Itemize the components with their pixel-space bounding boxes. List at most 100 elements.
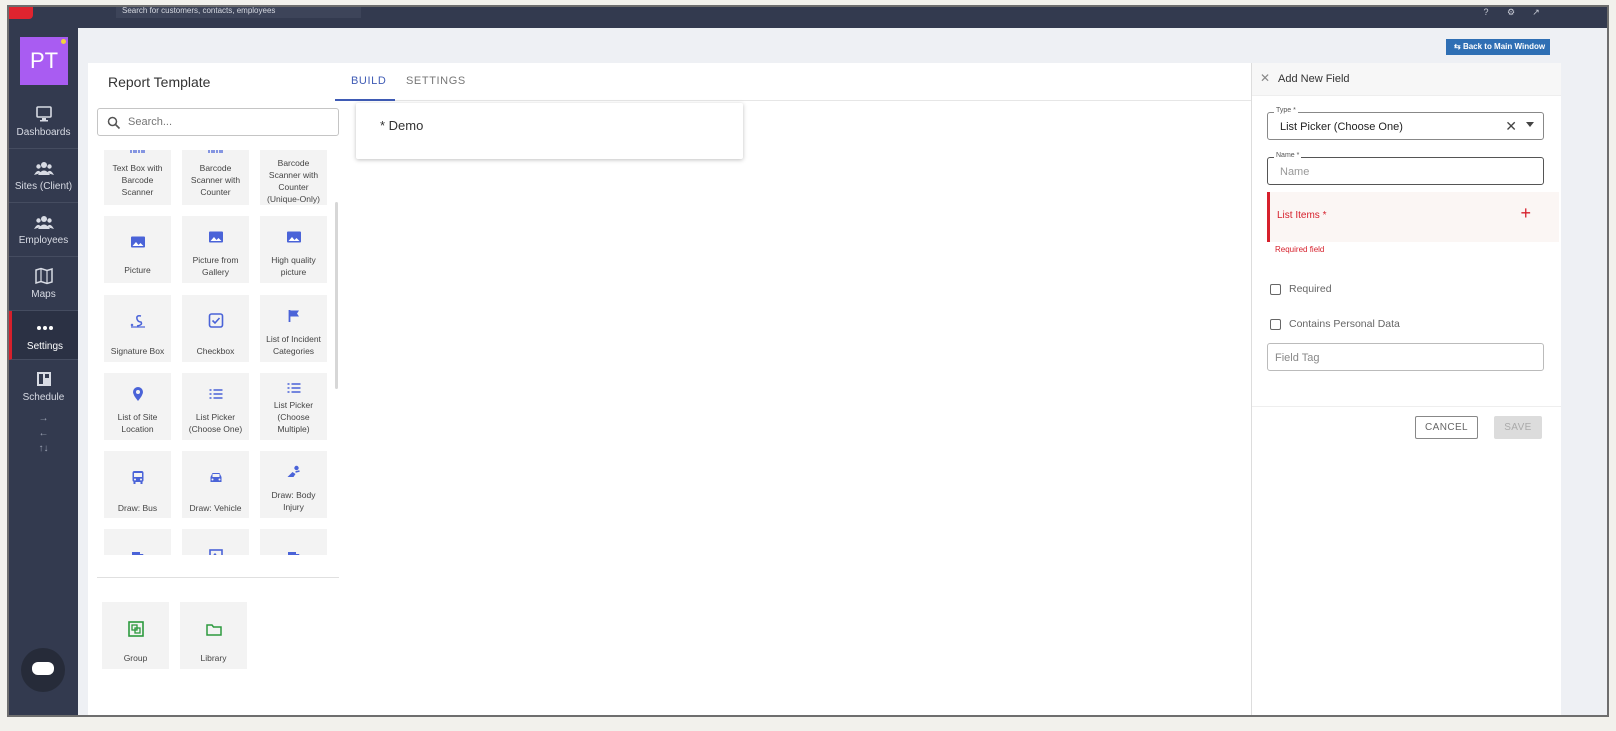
name-field[interactable]: Name * Name: [1267, 152, 1544, 185]
page-title: Report Template: [108, 74, 211, 90]
barcode-icon: [207, 150, 223, 153]
name-placeholder: Name: [1280, 166, 1310, 178]
folder-icon: [205, 624, 222, 636]
schedule-icon: [36, 372, 51, 386]
tab-build[interactable]: BUILD: [351, 75, 386, 87]
sidebar-item-label: Sites (Client): [14, 181, 73, 192]
field-tag-placeholder: Field Tag: [1275, 352, 1320, 364]
tile-label: Barcode Scanner with Counter (Unique-Onl…: [267, 158, 320, 204]
tile-label: Draw: Bus: [117, 503, 158, 513]
tile-label: List Picker (Choose One): [188, 412, 243, 434]
more-dots-icon: [37, 326, 53, 330]
type-select[interactable]: Type * List Picker (Choose One) ✕: [1267, 107, 1544, 140]
tile-label: Picture: [124, 265, 151, 275]
sidebar-item-employees[interactable]: Employees: [9, 203, 78, 257]
sidebar-item-maps[interactable]: Maps: [9, 257, 78, 311]
sidebar-item-sites[interactable]: Sites (Client): [9, 149, 78, 203]
tile-signature-box[interactable]: Signature Box: [104, 295, 171, 362]
tile-picture[interactable]: Picture: [104, 216, 171, 283]
tile-draw-vehicle[interactable]: Draw: Vehicle: [182, 451, 249, 518]
tile-label: List Picker (Choose Multiple): [273, 400, 314, 434]
list-items-section: List Items * +: [1267, 192, 1559, 242]
tile-text-box-barcode[interactable]: Text Box with Barcode Scanner: [104, 150, 171, 205]
global-search-input[interactable]: Search for customers, contacts, employee…: [116, 7, 361, 18]
arrow-left-icon[interactable]: ←: [9, 428, 78, 439]
panel-title: Add New Field: [1278, 73, 1350, 85]
tile-partial[interactable]: [182, 529, 249, 555]
tile-partial[interactable]: [260, 529, 327, 555]
tile-label: List of Incident Categories: [266, 334, 321, 356]
sidebar-item-schedule[interactable]: Schedule: [9, 360, 78, 414]
chevron-down-icon[interactable]: [1526, 122, 1534, 127]
list-items-label: List Items *: [1277, 210, 1327, 221]
checkbox-box[interactable]: [1270, 283, 1281, 295]
checkbox-box[interactable]: [1270, 318, 1281, 330]
people-icon: [33, 216, 54, 229]
tile-picture-gallery[interactable]: Picture from Gallery: [182, 216, 249, 283]
personal-data-label: Contains Personal Data: [1289, 318, 1400, 330]
sidebar-item-dashboards[interactable]: Dashboards: [9, 95, 78, 149]
sidebar-item-label: Employees: [18, 235, 69, 246]
image-icon: [130, 236, 145, 248]
tile-label: Checkbox: [196, 346, 235, 356]
back-to-main-button[interactable]: ⇆ Back to Main Window: [1446, 39, 1550, 55]
tile-list-picker-multiple[interactable]: List Picker (Choose Multiple): [260, 373, 327, 440]
tile-barcode-counter[interactable]: Barcode Scanner with Counter: [182, 150, 249, 205]
app-logo[interactable]: [9, 7, 33, 19]
tile-list-picker-one[interactable]: List Picker (Choose One): [182, 373, 249, 440]
close-icon[interactable]: ✕: [1260, 71, 1270, 85]
clear-icon[interactable]: ✕: [1505, 118, 1517, 135]
tile-barcode-counter-unique[interactable]: Barcode Scanner with Counter (Unique-Onl…: [260, 150, 327, 205]
chat-button[interactable]: [21, 648, 65, 692]
user-icon[interactable]: ↗: [1529, 7, 1543, 19]
active-tab-indicator: [335, 99, 395, 101]
sidebar-item-settings[interactable]: Settings: [9, 311, 78, 360]
sidebar: PT Dashboards Sites (Client) Employees M…: [9, 28, 78, 715]
list-icon: [209, 389, 222, 399]
help-icon[interactable]: ?: [1479, 7, 1493, 19]
type-label: Type *: [1274, 107, 1298, 114]
tile-label: Group: [123, 653, 148, 663]
tile-high-quality-picture[interactable]: High quality picture: [260, 216, 327, 283]
form-name: * Demo: [380, 118, 424, 133]
map-image-icon: [208, 549, 223, 555]
avatar-initials: PT: [29, 48, 59, 73]
settings-gear-icon[interactable]: ⚙: [1504, 7, 1518, 19]
type-value: List Picker (Choose One): [1280, 121, 1403, 133]
palette-search-input[interactable]: [128, 114, 328, 130]
truck-icon: [287, 552, 299, 555]
cancel-button[interactable]: CANCEL: [1415, 416, 1478, 439]
personal-data-checkbox[interactable]: Contains Personal Data: [1270, 318, 1400, 330]
field-palette: Text Box with Barcode Scanner Barcode Sc…: [97, 150, 342, 555]
sidebar-item-label: Maps: [31, 289, 56, 300]
top-bar: Search for customers, contacts, employee…: [9, 7, 1607, 28]
tile-library[interactable]: Library: [180, 602, 247, 669]
tile-site-location[interactable]: List of Site Location: [104, 373, 171, 440]
tile-draw-body-injury[interactable]: Draw: Body Injury: [260, 451, 327, 518]
required-error-text: Required field: [1275, 245, 1325, 254]
tabs-divider: [335, 100, 1252, 101]
field-tag-input[interactable]: Field Tag: [1267, 343, 1544, 371]
add-list-item-icon[interactable]: +: [1520, 203, 1531, 224]
form-preview-card[interactable]: * Demo: [356, 103, 743, 159]
sidebar-item-label: Settings: [26, 341, 64, 352]
barcode-icon: [129, 150, 145, 153]
signature-icon: [130, 315, 145, 328]
tab-settings[interactable]: SETTINGS: [406, 75, 466, 87]
sort-icon[interactable]: ↑↓: [9, 443, 78, 454]
tile-incident-categories[interactable]: List of Incident Categories: [260, 295, 327, 362]
tile-group[interactable]: Group: [102, 602, 169, 669]
arrow-right-icon[interactable]: →: [9, 413, 78, 424]
save-button[interactable]: SAVE: [1494, 416, 1542, 439]
tile-label: Text Box with Barcode Scanner: [112, 163, 163, 197]
palette-search[interactable]: [97, 108, 339, 136]
avatar[interactable]: PT: [20, 37, 68, 85]
tile-checkbox[interactable]: Checkbox: [182, 295, 249, 362]
truck-icon: [131, 552, 143, 555]
group-box-icon: [127, 621, 144, 637]
tile-partial[interactable]: [104, 529, 171, 555]
palette-scrollbar[interactable]: [335, 202, 338, 389]
required-checkbox[interactable]: Required: [1270, 283, 1332, 295]
tile-draw-bus[interactable]: Draw: Bus: [104, 451, 171, 518]
required-label: Required: [1289, 283, 1332, 295]
